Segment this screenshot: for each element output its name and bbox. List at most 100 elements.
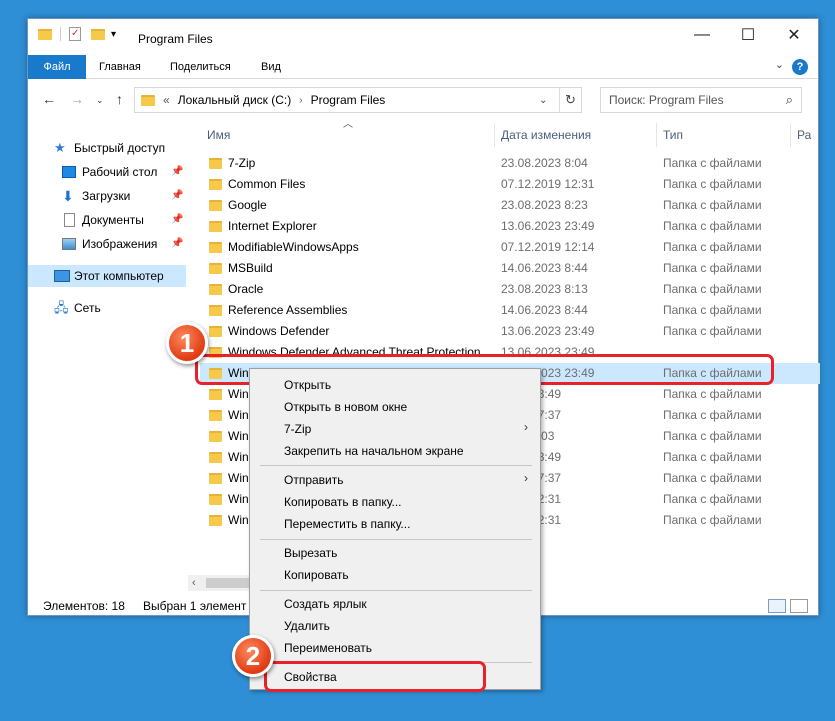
navigation-bar: ← → ⌄ ↑ « Локальный диск (C:) › Program … [28, 85, 818, 115]
column-date[interactable]: Дата изменения [501, 123, 591, 147]
menu-item-send-to[interactable]: Отправить [284, 469, 344, 491]
file-name[interactable]: ModifiableWindowsApps [228, 237, 359, 258]
search-icon[interactable]: ⌕ [786, 92, 793, 108]
nav-pictures[interactable]: Изображения 📌 [28, 233, 186, 255]
chevron-down-icon[interactable]: ⌄ [775, 58, 784, 71]
column-divider[interactable] [656, 123, 657, 147]
new-folder-icon[interactable] [91, 28, 105, 40]
file-name[interactable]: Windows Defender [228, 321, 329, 342]
file-name[interactable]: Win [228, 468, 249, 489]
address-dropdown-icon[interactable]: ⌄ [539, 95, 547, 106]
up-arrow-icon[interactable]: ↑ [116, 91, 123, 107]
nav-documents[interactable]: Документы 📌 [28, 209, 186, 231]
menu-item-copy[interactable]: Копировать [284, 564, 349, 586]
address-overflow[interactable]: « [163, 93, 170, 107]
recent-locations-icon[interactable]: ⌄ [96, 95, 104, 106]
table-row[interactable]: Internet Explorer 13.06.2023 23:49 Папка с… [200, 216, 820, 237]
table-row[interactable]: Windows Defender 13.06.2023 23:49 Папка с … [200, 321, 820, 342]
menu-item-copy-to[interactable]: Копировать в папку... [284, 491, 402, 513]
details-view-icon[interactable] [768, 599, 786, 613]
table-row[interactable]: MSBuild 14.06.2023 8:44 Папка с файлами [200, 258, 820, 279]
menu-item-rename[interactable]: Переименовать [284, 637, 372, 659]
column-divider[interactable] [494, 123, 495, 147]
folder-icon [209, 179, 222, 190]
folder-icon [209, 515, 222, 526]
file-name[interactable]: Win [228, 489, 249, 510]
chevron-right-icon: › [299, 94, 303, 106]
menu-item-7zip[interactable]: 7-Zip [284, 418, 311, 440]
computer-icon [54, 270, 70, 282]
network-icon: 🖧 [54, 300, 69, 315]
scroll-left-icon[interactable]: ‹ [192, 575, 196, 591]
back-arrow-icon[interactable]: ← [42, 91, 56, 107]
menu-item-open-new-window[interactable]: Открыть в новом окне [284, 396, 407, 418]
table-row[interactable]: Oracle 23.08.2023 8:13 Папка с файлами [200, 279, 820, 300]
nav-downloads[interactable]: ⬇ Загрузки 📌 [28, 185, 186, 207]
column-type[interactable]: Тип [663, 123, 683, 147]
file-name[interactable]: Win [228, 510, 249, 531]
file-name[interactable]: Google [228, 195, 267, 216]
column-size[interactable]: Ра [797, 123, 811, 147]
forward-arrow-icon[interactable]: → [70, 91, 84, 107]
breadcrumb-local-disk[interactable]: Локальный диск (C:) [178, 93, 292, 107]
pin-icon[interactable]: 📌 [171, 209, 183, 231]
maximize-button[interactable]: ☐ [725, 19, 771, 51]
file-name[interactable]: Common Files [228, 174, 305, 195]
pin-icon[interactable]: 📌 [171, 185, 183, 207]
help-icon[interactable]: ? [792, 59, 808, 75]
nav-network[interactable]: 🖧 Сеть [28, 297, 186, 319]
table-row[interactable]: Common Files 07.12.2019 12:31 Папка с файл… [200, 174, 820, 195]
menu-divider [260, 539, 532, 540]
file-name[interactable]: Win [228, 405, 249, 426]
close-button[interactable]: ✕ [771, 19, 817, 51]
file-type: Папка с файлами [663, 303, 762, 317]
nav-desktop[interactable]: Рабочий стол 📌 [28, 161, 186, 183]
file-date: 23.08.2023 8:13 [501, 282, 588, 296]
column-divider[interactable] [790, 123, 791, 147]
nav-this-pc[interactable]: Этот компьютер [28, 265, 186, 287]
column-name[interactable]: Имя [207, 123, 230, 147]
properties-icon[interactable]: ✓ [69, 27, 81, 41]
folder-icon [209, 242, 222, 253]
menu-divider [260, 465, 532, 466]
menu-item-cut[interactable]: Вырезать [284, 542, 337, 564]
tab-view[interactable]: Вид [261, 55, 281, 79]
pin-icon[interactable]: 📌 [171, 233, 183, 255]
file-name[interactable]: Win [228, 384, 249, 405]
file-date: 14.06.2023 8:44 [501, 303, 588, 317]
table-row[interactable]: ModifiableWindowsApps 07.12.2019 12:14 Пап… [200, 237, 820, 258]
file-name[interactable]: Win [228, 426, 249, 447]
file-name[interactable]: Internet Explorer [228, 216, 317, 237]
menu-item-move-to[interactable]: Переместить в папку... [284, 513, 410, 535]
file-name[interactable]: Oracle [228, 279, 263, 300]
table-row[interactable]: Reference Assemblies 14.06.2023 8:44 Папка… [200, 300, 820, 321]
search-input[interactable]: Поиск: Program Files ⌕ [600, 87, 802, 113]
breadcrumb-program-files[interactable]: Program Files [311, 93, 386, 107]
tab-file[interactable]: Файл [28, 55, 86, 79]
nav-quick-access[interactable]: ★ Быстрый доступ [28, 137, 186, 159]
file-name[interactable]: Win [228, 447, 249, 468]
file-type: Папка с файлами [663, 324, 762, 338]
step-badge-2: 2 [232, 635, 274, 677]
menu-item-open[interactable]: Открыть [284, 374, 331, 396]
large-icons-view-icon[interactable] [790, 599, 808, 613]
pin-icon[interactable]: 📌 [171, 161, 183, 183]
minimize-button[interactable]: — [679, 19, 725, 51]
file-name[interactable]: MSBuild [228, 258, 273, 279]
customize-toolbar-icon[interactable]: ▾ [111, 29, 116, 40]
file-name[interactable]: 7-Zip [228, 153, 255, 174]
tab-home[interactable]: Главная [99, 55, 141, 79]
file-name[interactable]: Reference Assemblies [228, 300, 347, 321]
selection-status: Выбран 1 элемент [143, 599, 247, 613]
file-type: Папка с файлами [663, 198, 762, 212]
menu-item-create-shortcut[interactable]: Создать ярлык [284, 593, 367, 615]
address-bar[interactable]: « Локальный диск (C:) › Program Files ⌄ … [134, 87, 582, 113]
table-row[interactable]: Google 23.08.2023 8:23 Папка с файлами [200, 195, 820, 216]
menu-item-delete[interactable]: Удалить [284, 615, 330, 637]
refresh-icon[interactable]: ↻ [565, 92, 576, 108]
folder-icon [209, 326, 222, 337]
tab-share[interactable]: Поделиться [170, 55, 231, 79]
menu-item-pin-start[interactable]: Закрепить на начальном экране [284, 440, 464, 462]
table-row[interactable]: 7-Zip 23.08.2023 8:04 Папка с файлами [200, 153, 820, 174]
item-count: Элементов: 18 [43, 599, 125, 613]
